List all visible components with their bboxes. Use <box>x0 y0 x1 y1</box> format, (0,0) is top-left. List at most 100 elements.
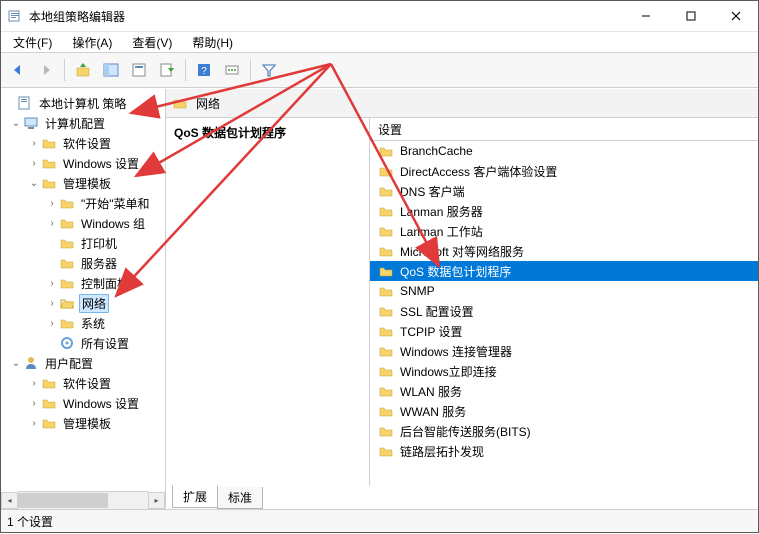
list-item-label: DNS 客户端 <box>400 183 465 200</box>
expand-icon[interactable]: › <box>45 318 59 329</box>
tree-servers[interactable]: 服务器 <box>1 253 165 273</box>
collapse-icon[interactable]: ⌄ <box>9 358 23 369</box>
list-header[interactable]: 设置 <box>370 118 758 141</box>
tree-panel[interactable]: 本地计算机 策略 ⌄ 计算机配置 › 软件设置 › Windows 设置 <box>1 89 166 509</box>
tree-control-panel[interactable]: › 控制面板 <box>1 273 165 293</box>
tree-user-config[interactable]: ⌄ 用户配置 <box>1 353 165 373</box>
tree-windows-components[interactable]: › Windows 组 <box>1 213 165 233</box>
filter-button[interactable] <box>256 57 282 83</box>
expand-icon[interactable]: › <box>27 378 41 389</box>
list-item[interactable]: BranchCache <box>370 141 758 161</box>
computer-icon <box>23 115 39 131</box>
folder-icon <box>41 175 57 191</box>
list-item[interactable]: Lanman 工作站 <box>370 221 758 241</box>
tree-label: 系统 <box>79 315 107 332</box>
list-item[interactable]: Windows立即连接 <box>370 361 758 381</box>
expand-icon[interactable]: › <box>27 158 41 169</box>
description-column: QoS 数据包计划程序 <box>166 118 370 486</box>
list-item[interactable]: 链路层拓扑发现 <box>370 441 758 461</box>
list-item[interactable]: WWAN 服务 <box>370 401 758 421</box>
title-bar: 本地组策略编辑器 <box>1 1 758 32</box>
list-item[interactable]: QoS 数据包计划程序 <box>370 261 758 281</box>
list-item[interactable]: 后台智能传送服务(BITS) <box>370 421 758 441</box>
list-item-label: BranchCache <box>400 144 473 158</box>
folder-icon <box>378 383 394 399</box>
folder-icon <box>378 403 394 419</box>
folder-icon <box>378 223 394 239</box>
tree-computer-config[interactable]: ⌄ 计算机配置 <box>1 113 165 133</box>
toolbar-separator <box>64 59 65 81</box>
back-button[interactable] <box>5 57 31 83</box>
tree-all-settings[interactable]: 所有设置 <box>1 333 165 353</box>
collapse-icon[interactable]: ⌄ <box>27 178 41 189</box>
folder-open-icon <box>59 295 75 311</box>
tree-start-menu[interactable]: › "开始"菜单和 <box>1 193 165 213</box>
settings-list[interactable]: BranchCache DirectAccess 客户端体验设置 DNS 客户端 La… <box>370 141 758 486</box>
tab-extended[interactable]: 扩展 <box>172 485 218 508</box>
list-item[interactable]: WLAN 服务 <box>370 381 758 401</box>
scroll-left-button[interactable]: ◂ <box>1 492 18 509</box>
up-button[interactable] <box>70 57 96 83</box>
menu-view[interactable]: 查看(V) <box>124 33 180 52</box>
settings-list-column: 设置 BranchCache DirectAccess 客户端体验设置 DNS 客户… <box>370 118 758 486</box>
folder-icon <box>59 195 75 211</box>
forward-button[interactable] <box>33 57 59 83</box>
expand-icon[interactable]: › <box>45 198 59 209</box>
column-header-setting[interactable]: 设置 <box>378 121 402 138</box>
list-item[interactable]: Lanman 服务器 <box>370 201 758 221</box>
window-title: 本地组策略编辑器 <box>29 8 623 25</box>
tree-user-windows-settings[interactable]: › Windows 设置 <box>1 393 165 413</box>
close-button[interactable] <box>713 1 758 31</box>
tree-system[interactable]: › 系统 <box>1 313 165 333</box>
folder-icon <box>378 243 394 259</box>
tree-software-settings[interactable]: › 软件设置 <box>1 133 165 153</box>
tree-label: 网络 <box>79 294 109 313</box>
menu-file[interactable]: 文件(F) <box>5 33 60 52</box>
list-item[interactable]: DirectAccess 客户端体验设置 <box>370 161 758 181</box>
properties-button[interactable] <box>126 57 152 83</box>
menu-help[interactable]: 帮助(H) <box>184 33 241 52</box>
tree-root[interactable]: 本地计算机 策略 <box>1 93 165 113</box>
maximize-button[interactable] <box>668 1 713 31</box>
tree-windows-settings[interactable]: › Windows 设置 <box>1 153 165 173</box>
tree-printers[interactable]: 打印机 <box>1 233 165 253</box>
expand-icon[interactable]: › <box>27 418 41 429</box>
tab-standard[interactable]: 标准 <box>217 487 263 509</box>
panel-tabs: 扩展 标准 <box>166 486 758 509</box>
tree-label: 软件设置 <box>61 135 113 152</box>
list-item[interactable]: Windows 连接管理器 <box>370 341 758 361</box>
folder-icon <box>378 203 394 219</box>
settings-icon <box>59 335 75 351</box>
tree-network[interactable]: › 网络 <box>1 293 165 313</box>
expand-icon[interactable]: › <box>45 278 59 289</box>
folder-icon <box>378 163 394 179</box>
app-icon <box>7 8 23 24</box>
list-item-label: Microsoft 对等网络服务 <box>400 243 524 260</box>
scroll-thumb[interactable] <box>18 493 108 508</box>
list-item[interactable]: TCPIP 设置 <box>370 321 758 341</box>
scroll-right-button[interactable]: ▸ <box>148 492 165 509</box>
folder-icon <box>378 183 394 199</box>
list-item[interactable]: Microsoft 对等网络服务 <box>370 241 758 261</box>
expand-icon[interactable]: › <box>27 398 41 409</box>
scroll-track[interactable] <box>18 491 148 509</box>
tree-user-admin-templates[interactable]: › 管理模板 <box>1 413 165 433</box>
show-hide-tree-button[interactable] <box>98 57 124 83</box>
tree-horizontal-scrollbar[interactable]: ◂ ▸ <box>1 492 165 509</box>
minimize-button[interactable] <box>623 1 668 31</box>
list-item[interactable]: DNS 客户端 <box>370 181 758 201</box>
list-item-label: Lanman 服务器 <box>400 203 483 220</box>
export-button[interactable] <box>154 57 180 83</box>
list-item[interactable]: SSL 配置设置 <box>370 301 758 321</box>
expand-icon[interactable]: › <box>27 138 41 149</box>
expand-icon[interactable]: › <box>45 218 59 229</box>
collapse-icon[interactable]: ⌄ <box>9 118 23 129</box>
tree-admin-templates[interactable]: ⌄ 管理模板 <box>1 173 165 193</box>
tree-user-software-settings[interactable]: › 软件设置 <box>1 373 165 393</box>
expand-icon[interactable]: › <box>45 298 59 309</box>
list-item-label: Lanman 工作站 <box>400 223 483 240</box>
list-item[interactable]: SNMP <box>370 281 758 301</box>
options-button[interactable] <box>219 57 245 83</box>
help-button[interactable]: ? <box>191 57 217 83</box>
menu-action[interactable]: 操作(A) <box>64 33 120 52</box>
